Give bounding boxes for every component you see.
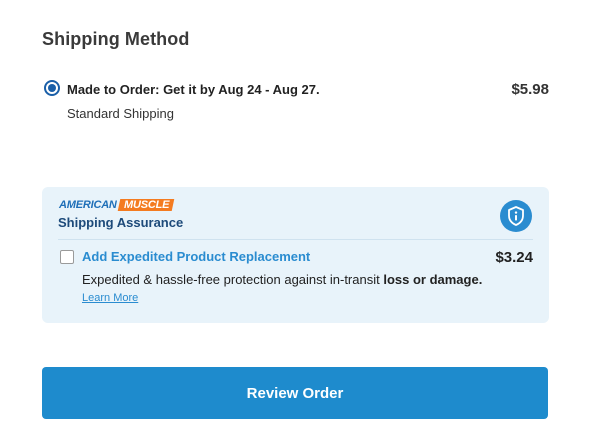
expedite-price: $3.24 bbox=[495, 249, 533, 266]
brand-logo: AMERICAN MUSCLE bbox=[59, 199, 175, 211]
shipping-option[interactable]: Made to Order: Get it by Aug 24 - Aug 27… bbox=[44, 79, 549, 125]
learn-more-link[interactable]: Learn More bbox=[82, 292, 138, 304]
shipping-option-sublabel: Standard Shipping bbox=[67, 106, 174, 121]
expedite-description-text: Expedited & hassle-free protection again… bbox=[82, 272, 384, 287]
expedite-description: Expedited & hassle-free protection again… bbox=[82, 272, 482, 287]
expedite-checkbox[interactable] bbox=[60, 250, 74, 264]
shipping-assurance-panel: AMERICAN MUSCLE Shipping Assurance Add E… bbox=[42, 187, 549, 323]
checkout-shipping-panel: Shipping Method Made to Order: Get it by… bbox=[0, 0, 593, 432]
assurance-title: Shipping Assurance bbox=[58, 215, 184, 230]
expedite-description-bold: loss or damage. bbox=[383, 272, 483, 287]
shipping-option-price: $5.98 bbox=[511, 81, 549, 98]
divider bbox=[58, 239, 533, 240]
review-order-button[interactable]: Review Order bbox=[42, 367, 548, 419]
shipping-radio[interactable] bbox=[44, 80, 60, 96]
shield-info-icon[interactable] bbox=[500, 200, 532, 232]
shipping-option-label: Made to Order: Get it by Aug 24 - Aug 27… bbox=[67, 82, 320, 97]
section-title: Shipping Method bbox=[42, 29, 190, 49]
brand-logo-part2: MUSCLE bbox=[123, 199, 169, 211]
expedite-label[interactable]: Add Expedited Product Replacement bbox=[82, 249, 310, 264]
brand-logo-part1: AMERICAN bbox=[59, 199, 117, 211]
brand-logo-part2-box: MUSCLE bbox=[117, 199, 175, 211]
shield-icon bbox=[508, 206, 524, 226]
